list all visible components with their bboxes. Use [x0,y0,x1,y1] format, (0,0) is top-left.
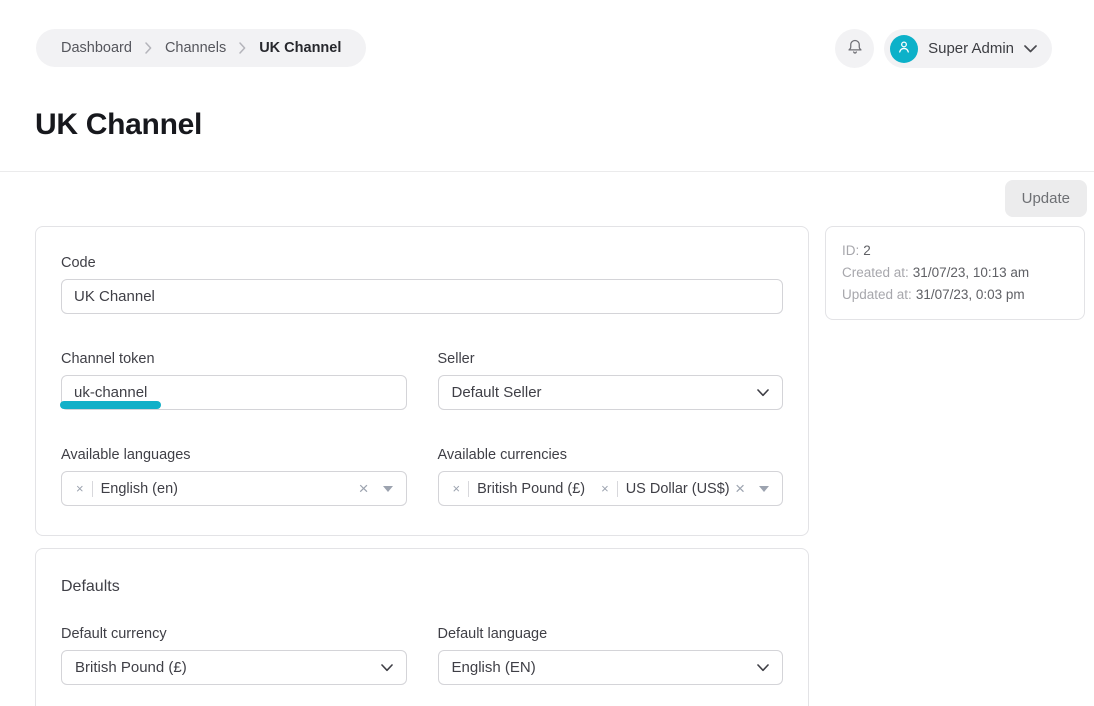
chevron-down-icon [1024,41,1037,56]
multiselect-controls: × [735,480,769,497]
chip-divider [617,481,618,497]
clear-selection-button[interactable]: × [359,480,369,497]
defaults-row: Default currency British Pound (£) Defau… [61,626,783,685]
multiselect-controls: × [359,480,393,497]
languages-currencies-row: Available languages × English (en) × [61,447,783,506]
default-currency-label: Default currency [61,626,407,643]
code-field: Code [61,255,783,314]
accent-underline [60,401,161,409]
default-language-label: Default language [438,626,784,643]
user-name: Super Admin [928,40,1014,57]
language-chip: × English (en) [76,481,178,497]
code-input[interactable] [61,279,783,314]
seller-field: Seller Default Seller [438,351,784,410]
seller-label: Seller [438,351,784,368]
meta-id-row: ID: 2 [842,240,1068,262]
currency-chip: × US Dollar (US$) [601,481,730,497]
remove-chip-button[interactable]: × [601,482,609,495]
meta-updated-label: Updated at: [842,287,912,302]
meta-id-label: ID: [842,243,859,258]
bell-icon [845,37,865,60]
person-icon [895,38,913,59]
selected-chips: × British Pound (£) × US Dollar (US$) [453,481,730,497]
user-menu-button[interactable]: Super Admin [884,29,1052,68]
remove-chip-button[interactable]: × [453,482,461,495]
default-currency-selected-value: British Pound (£) [75,659,187,676]
defaults-card: Defaults Default currency British Pound … [35,548,809,706]
available-currencies-label: Available currencies [438,447,784,464]
available-languages-multiselect[interactable]: × English (en) × [61,471,407,506]
default-language-select[interactable]: English (EN) [438,650,784,685]
meta-created-value: 31/07/23, 10:13 am [913,265,1029,280]
update-button[interactable]: Update [1005,180,1087,217]
channel-token-input-wrap [61,375,407,410]
dropdown-caret-icon [383,486,393,492]
dropdown-caret-icon [759,486,769,492]
chevron-right-icon [145,42,152,54]
selected-chips: × English (en) [76,481,178,497]
page-content: Update Code Channel token [0,172,1094,705]
avatar [890,35,918,63]
default-currency-field: Default currency British Pound (£) [61,626,407,685]
meta-panel: ID: 2 Created at: 31/07/23, 10:13 am Updat… [825,226,1085,320]
seller-selected-value: Default Seller [452,384,542,401]
channel-token-field: Channel token [61,351,407,410]
meta-updated-row: Updated at: 31/07/23, 0:03 pm [842,284,1068,306]
breadcrumb-item-dashboard[interactable]: Dashboard [61,40,132,56]
breadcrumb-item-channels[interactable]: Channels [165,40,226,56]
page-header: Dashboard Channels UK Channel [0,0,1094,172]
app-root: Dashboard Channels UK Channel [0,0,1094,706]
form-column: Code Channel token Seller Defa [35,226,809,706]
clear-selection-button[interactable]: × [735,480,745,497]
chip-label: British Pound (£) [477,481,585,497]
chevron-right-icon [239,42,246,54]
breadcrumb: Dashboard Channels UK Channel [36,29,366,67]
defaults-section-title: Defaults [61,577,783,596]
code-label: Code [61,255,783,272]
page-title: UK Channel [35,108,202,142]
chip-label: US Dollar (US$) [626,481,730,497]
notifications-button[interactable] [835,29,874,68]
remove-chip-button[interactable]: × [76,482,84,495]
available-languages-field: Available languages × English (en) × [61,447,407,506]
chip-label: English (en) [101,481,178,497]
channel-token-label: Channel token [61,351,407,368]
chip-divider [92,481,93,497]
meta-created-row: Created at: 31/07/23, 10:13 am [842,262,1068,284]
chip-divider [468,481,469,497]
chevron-down-icon [757,384,769,401]
default-language-field: Default language English (EN) [438,626,784,685]
default-currency-select[interactable]: British Pound (£) [61,650,407,685]
available-languages-label: Available languages [61,447,407,464]
meta-updated-value: 31/07/23, 0:03 pm [916,287,1025,302]
available-currencies-field: Available currencies × British Pound (£)… [438,447,784,506]
default-language-selected-value: English (EN) [452,659,536,676]
meta-id-value: 2 [863,243,871,258]
channel-general-card: Code Channel token Seller Defa [35,226,809,536]
available-currencies-multiselect[interactable]: × British Pound (£) × US Dollar (US$) [438,471,784,506]
breadcrumb-item-current: UK Channel [259,40,341,56]
currency-chip: × British Pound (£) [453,481,586,497]
header-actions: Super Admin [835,29,1052,68]
token-seller-row: Channel token Seller Default Seller [61,351,783,410]
seller-select[interactable]: Default Seller [438,375,784,410]
chevron-down-icon [381,659,393,676]
chevron-down-icon [757,659,769,676]
meta-created-label: Created at: [842,265,909,280]
